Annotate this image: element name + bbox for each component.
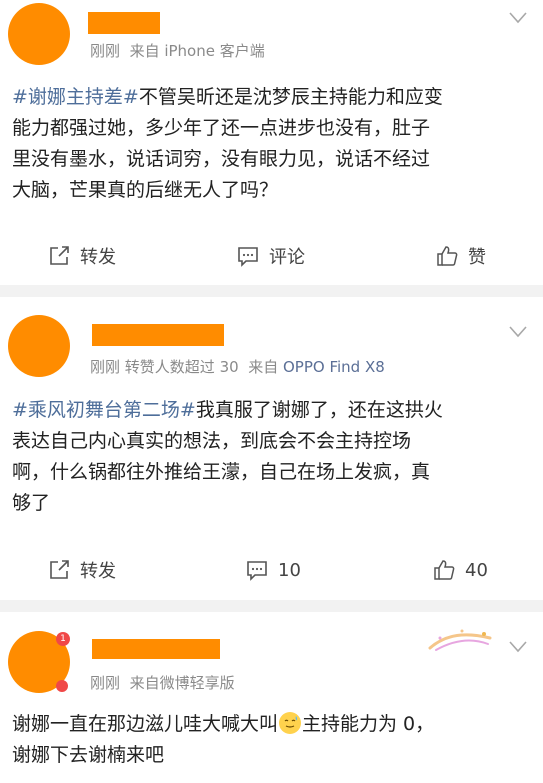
post-text: 谢娜一直在那边滋儿哇大喊大叫 主持能力为 0， 谢娜下去谢楠来吧 <box>12 709 530 771</box>
comment-label: 评论 <box>269 247 305 268</box>
post-divider <box>0 600 543 612</box>
post-source-prefix: 来自 <box>248 358 279 376</box>
text-line: 够了 <box>12 492 51 514</box>
comment-button[interactable]: 10 <box>246 550 301 590</box>
text-line: 能力都强过她，多少年了还一点进步也没有，肚子 <box>12 117 431 139</box>
username-masked[interactable] <box>88 12 160 34</box>
post-3: 1 刚刚 来自微博轻享版 谢娜一直在那边滋儿哇大喊大叫 主持能力为 0， 谢娜下… <box>0 612 543 783</box>
text-line: 啊，什么锅都往外推给王濛，自己在场上发疯，真 <box>12 461 431 483</box>
text-line: 谢娜一直在那边滋儿哇大喊大叫 <box>12 713 279 735</box>
post-source: 来自微博轻享版 <box>129 674 235 692</box>
like-button[interactable]: 40 <box>433 550 488 590</box>
post-2: 刚刚 转赞人数超过 30 来自 OPPO Find X8 #乘风初舞台第二场#我… <box>0 297 543 600</box>
share-icon <box>50 560 69 579</box>
post-time: 刚刚 <box>90 674 121 692</box>
like-label: 赞 <box>468 247 486 268</box>
post-time: 刚刚 <box>90 42 121 60</box>
post-source[interactable]: OPPO Find X8 <box>283 358 385 376</box>
comment-count: 10 <box>278 559 301 581</box>
post-divider <box>0 285 543 297</box>
repost-label: 转发 <box>80 247 116 268</box>
text-line: 我真服了谢娜了，还在这拱火 <box>195 399 443 421</box>
text-line: 大脑，芒果真的后继无人了吗？ <box>12 179 279 201</box>
post-time: 刚刚 <box>90 358 121 376</box>
share-icon <box>50 246 69 265</box>
repost-label: 转发 <box>80 561 116 582</box>
text-line: 里没有墨水，说话词穷，没有眼力见，说话不经过 <box>12 148 431 170</box>
post-repost-count: 转赞人数超过 30 <box>124 358 239 376</box>
post-text: #乘风初舞台第二场#我真服了谢娜了，还在这拱火 表达自己内心真实的想法，到底会不… <box>12 395 530 519</box>
sparkle-decoration-icon <box>428 629 492 651</box>
post-1: 刚刚 来自 iPhone 客户端 #谢娜主持差#不管吴昕还是沈梦辰主持能力和应变… <box>0 0 543 285</box>
comment-icon <box>247 561 267 581</box>
username-masked[interactable] <box>92 324 224 346</box>
text-line: 谢娜下去谢楠来吧 <box>12 744 165 766</box>
like-button[interactable]: 赞 <box>436 236 486 276</box>
text-line: 不管吴昕还是沈梦辰主持能力和应变 <box>138 86 443 108</box>
avatar[interactable] <box>8 315 70 377</box>
post-meta: 刚刚 转赞人数超过 30 来自 OPPO Find X8 <box>90 356 385 377</box>
thumbs-up-icon <box>437 246 458 266</box>
post-meta: 刚刚 来自 iPhone 客户端 <box>90 40 265 61</box>
chevron-down-icon[interactable] <box>509 12 527 24</box>
post-meta: 刚刚 来自微博轻享版 <box>90 672 235 693</box>
hashtag-link[interactable]: #乘风初舞台第二场# <box>12 399 196 421</box>
comment-icon <box>238 247 258 267</box>
hashtag-link[interactable]: #谢娜主持差# <box>12 86 139 108</box>
text-line: 主持能力为 0， <box>302 713 435 735</box>
chevron-down-icon[interactable] <box>509 641 527 653</box>
repost-button[interactable]: 转发 <box>48 550 116 590</box>
post-text: #谢娜主持差#不管吴昕还是沈梦辰主持能力和应变 能力都强过她，多少年了还一点进步… <box>12 82 530 206</box>
sweat-smile-emoji-icon <box>279 712 302 734</box>
notification-badge: 1 <box>56 632 70 646</box>
action-bar: 转发 评论 赞 <box>0 236 543 276</box>
chevron-down-icon[interactable] <box>509 326 527 338</box>
thumbs-up-icon <box>434 560 455 580</box>
username-masked[interactable] <box>92 639 220 659</box>
text-line: 表达自己内心真实的想法，到底会不会主持控场 <box>12 430 412 452</box>
avatar[interactable] <box>8 3 70 65</box>
action-bar: 转发 10 40 <box>0 550 543 590</box>
like-count: 40 <box>465 559 488 581</box>
repost-button[interactable]: 转发 <box>48 236 116 276</box>
post-source: 来自 iPhone 客户端 <box>129 42 265 60</box>
verified-badge <box>56 680 68 692</box>
comment-button[interactable]: 评论 <box>237 236 305 276</box>
